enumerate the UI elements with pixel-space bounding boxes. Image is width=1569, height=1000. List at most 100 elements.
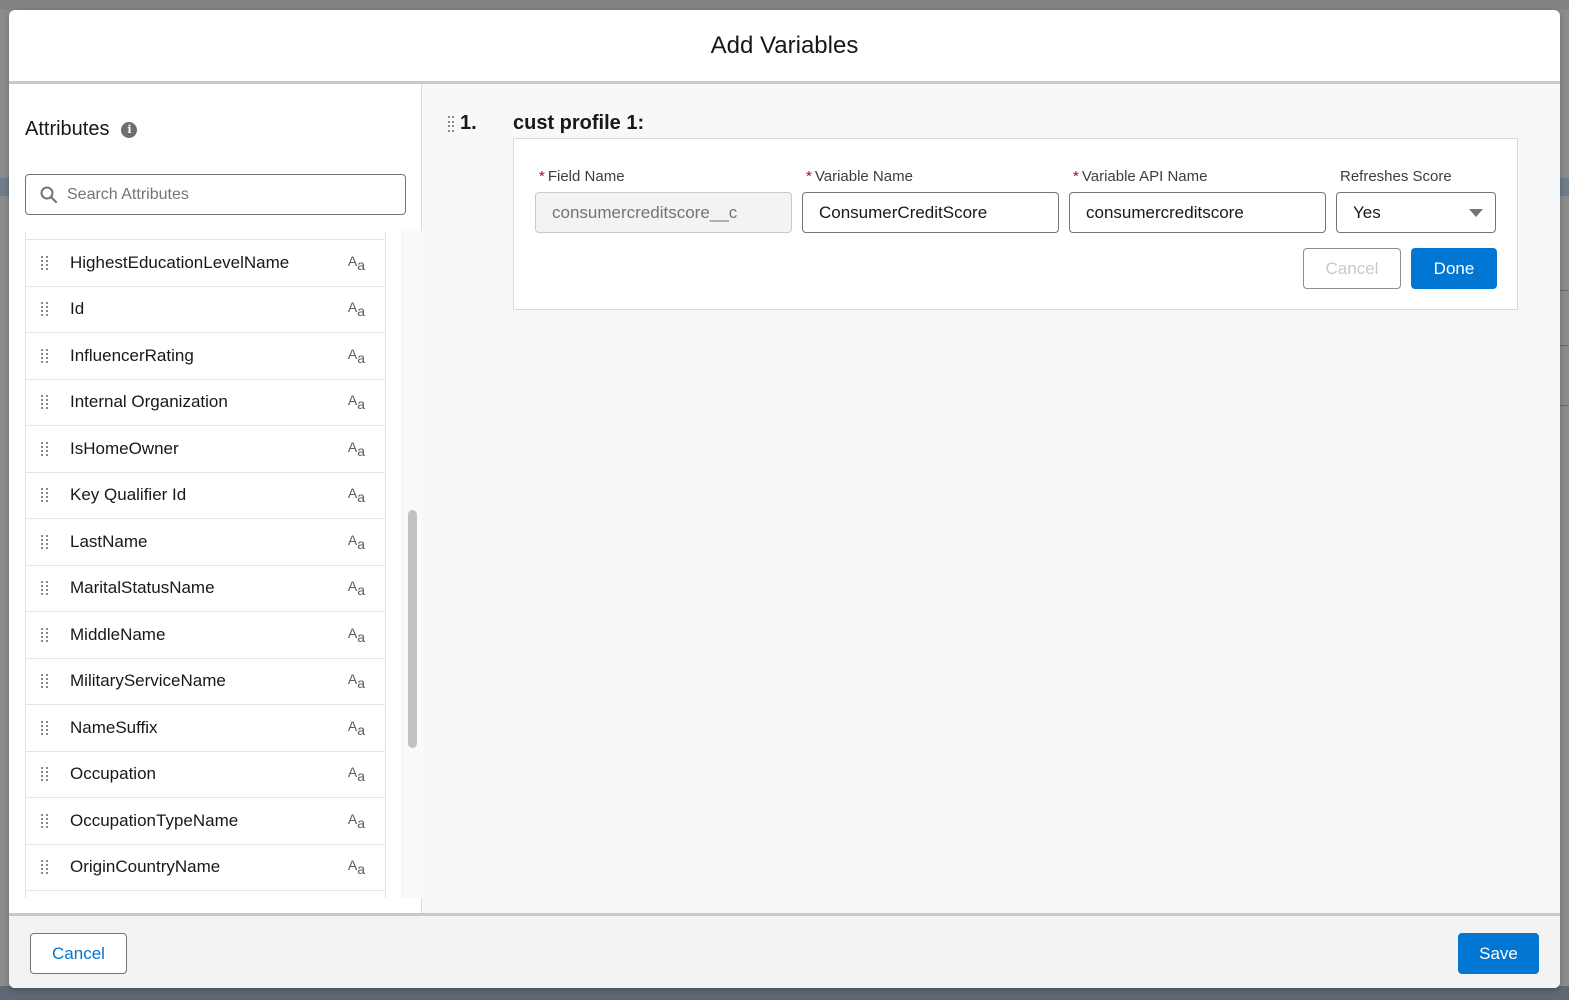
done-button[interactable]: Done bbox=[1411, 248, 1497, 289]
attribute-list-item[interactable]: LastName Aa bbox=[26, 519, 385, 566]
variable-card: * Field Name consumercreditscore__c * Vari… bbox=[513, 138, 1518, 310]
attribute-list-item[interactable]: MiddleName Aa bbox=[26, 612, 385, 659]
drag-handle-icon[interactable] bbox=[41, 580, 49, 596]
background-header bbox=[0, 0, 1569, 10]
text-type-icon: Aa bbox=[347, 299, 365, 320]
text-type-icon: Aa bbox=[347, 717, 365, 738]
drag-handle-icon[interactable] bbox=[41, 348, 49, 364]
add-variables-modal: Add Variables Attributes i HighestEducat… bbox=[9, 10, 1560, 988]
variable-title: cust profile 1: bbox=[513, 112, 645, 134]
drag-handle-icon[interactable] bbox=[41, 627, 49, 643]
modal-header: Add Variables bbox=[9, 10, 1560, 84]
attribute-name: Key Qualifier Id bbox=[70, 485, 187, 505]
search-attributes-field[interactable] bbox=[25, 174, 406, 215]
attribute-name: LastName bbox=[70, 531, 148, 551]
drag-handle-icon[interactable] bbox=[41, 673, 49, 689]
refreshes-score-select[interactable]: Yes bbox=[1336, 192, 1496, 233]
variable-index: 1. bbox=[460, 112, 477, 134]
search-icon bbox=[40, 186, 57, 203]
drag-handle-icon[interactable] bbox=[41, 255, 49, 271]
attribute-name: Id bbox=[70, 299, 85, 319]
variable-cancel-button[interactable]: Cancel bbox=[1303, 248, 1401, 289]
attribute-name: OriginCountryName bbox=[70, 857, 221, 877]
attribute-list-item[interactable]: HighestEducationLevelName Aa bbox=[26, 240, 385, 287]
attribute-list-item[interactable]: Key Qualifier Id Aa bbox=[26, 473, 385, 519]
text-type-icon: Aa bbox=[347, 252, 365, 273]
attribute-list-item[interactable]: Internal Organization Aa bbox=[26, 380, 385, 426]
required-marker: * bbox=[806, 168, 812, 185]
attribute-name: HighestEducationLevelName bbox=[70, 252, 290, 272]
attribute-list-item[interactable]: OccupationTypeName Aa bbox=[26, 798, 385, 845]
attribute-name: NameSuffix bbox=[70, 717, 158, 737]
list-item-partial bbox=[26, 231, 385, 240]
scrollbar-thumb[interactable] bbox=[408, 510, 417, 748]
background-footer bbox=[0, 986, 1569, 1000]
text-type-icon: Aa bbox=[347, 671, 365, 692]
attributes-scrollbar[interactable] bbox=[402, 231, 422, 898]
attributes-list: HighestEducationLevelName Aa Id Aa Influence… bbox=[25, 231, 386, 898]
attribute-name: MilitaryServiceName bbox=[70, 671, 226, 691]
field-name-label: * Field Name bbox=[539, 168, 625, 185]
drag-handle-icon[interactable] bbox=[41, 534, 49, 550]
drag-handle-icon[interactable] bbox=[41, 301, 49, 317]
attribute-name: MaritalStatusName bbox=[70, 578, 215, 598]
variable-api-name-label: * Variable API Name bbox=[1073, 168, 1208, 185]
text-type-icon: Aa bbox=[347, 345, 365, 366]
chevron-down-icon bbox=[1469, 208, 1483, 217]
text-type-icon: Aa bbox=[347, 810, 365, 831]
drag-handle-icon[interactable] bbox=[41, 766, 49, 782]
required-marker: * bbox=[1073, 168, 1079, 185]
attributes-header: Attributes i bbox=[25, 118, 138, 141]
modal-body: Attributes i HighestEducationLevelName Aa… bbox=[9, 84, 1560, 913]
attribute-list-item[interactable]: Id Aa bbox=[26, 287, 385, 333]
attribute-list-item[interactable]: MaritalStatusName Aa bbox=[26, 566, 385, 612]
drag-handle-icon[interactable] bbox=[41, 859, 49, 875]
save-button[interactable]: Save bbox=[1458, 933, 1539, 974]
attribute-name: InfluencerRating bbox=[70, 345, 194, 365]
variable-name-input[interactable]: ConsumerCreditScore bbox=[802, 192, 1059, 233]
refreshes-score-value: Yes bbox=[1353, 202, 1381, 222]
drag-handle-icon[interactable] bbox=[41, 813, 49, 829]
info-icon[interactable]: i bbox=[121, 121, 138, 138]
variable-api-name-group: * Variable API Name consumercreditscore bbox=[1069, 168, 1326, 233]
variable-name-label: * Variable Name bbox=[806, 168, 913, 185]
text-type-icon: Aa bbox=[347, 624, 365, 645]
drag-handle-icon[interactable] bbox=[41, 487, 49, 503]
attribute-name: MiddleName bbox=[70, 624, 166, 644]
variable-api-name-input[interactable]: consumercreditscore bbox=[1069, 192, 1326, 233]
text-type-icon: Aa bbox=[347, 531, 365, 552]
background-divider bbox=[1559, 345, 1569, 346]
variable-name-group: * Variable Name ConsumerCreditScore bbox=[802, 168, 1059, 233]
attribute-name: OccupationTypeName bbox=[70, 810, 239, 830]
background-divider bbox=[1559, 290, 1569, 291]
drag-handle-icon[interactable] bbox=[448, 116, 456, 132]
text-type-icon: Aa bbox=[347, 438, 365, 459]
text-type-icon: Aa bbox=[347, 392, 365, 413]
attribute-name: Internal Organization bbox=[70, 392, 228, 412]
drag-handle-icon[interactable] bbox=[41, 720, 49, 736]
attribute-list-item[interactable]: Occupation Aa bbox=[26, 752, 385, 798]
variables-panel: 1. cust profile 1: * Field Name consumerc… bbox=[422, 84, 1560, 913]
drag-handle-icon[interactable] bbox=[41, 441, 49, 457]
attribute-list-item[interactable]: InfluencerRating Aa bbox=[26, 333, 385, 380]
attribute-list-item[interactable]: OriginCountryName Aa bbox=[26, 845, 385, 891]
text-type-icon: Aa bbox=[347, 485, 365, 506]
refreshes-score-group: Refreshes Score Yes bbox=[1336, 168, 1496, 233]
drag-handle-icon[interactable] bbox=[41, 394, 49, 410]
attribute-list-item[interactable]: IsHomeOwner Aa bbox=[26, 426, 385, 473]
attribute-list-item[interactable]: NameSuffix Aa bbox=[26, 705, 385, 752]
attribute-name: Occupation bbox=[70, 764, 156, 784]
required-marker: * bbox=[539, 168, 545, 185]
background-divider bbox=[1559, 405, 1569, 406]
field-name-group: * Field Name consumercreditscore__c bbox=[535, 168, 792, 233]
text-type-icon: Aa bbox=[347, 764, 365, 785]
attribute-list-item[interactable]: MilitaryServiceName Aa bbox=[26, 659, 385, 705]
attribute-name: IsHomeOwner bbox=[70, 438, 179, 458]
text-type-icon: Aa bbox=[347, 857, 365, 878]
cancel-button[interactable]: Cancel bbox=[30, 933, 127, 974]
text-type-icon: Aa bbox=[347, 578, 365, 599]
field-name-input: consumercreditscore__c bbox=[535, 192, 792, 233]
attributes-panel: Attributes i HighestEducationLevelName Aa… bbox=[9, 84, 422, 913]
modal-footer: Cancel Save bbox=[9, 913, 1560, 988]
search-attributes-input[interactable] bbox=[67, 185, 367, 204]
